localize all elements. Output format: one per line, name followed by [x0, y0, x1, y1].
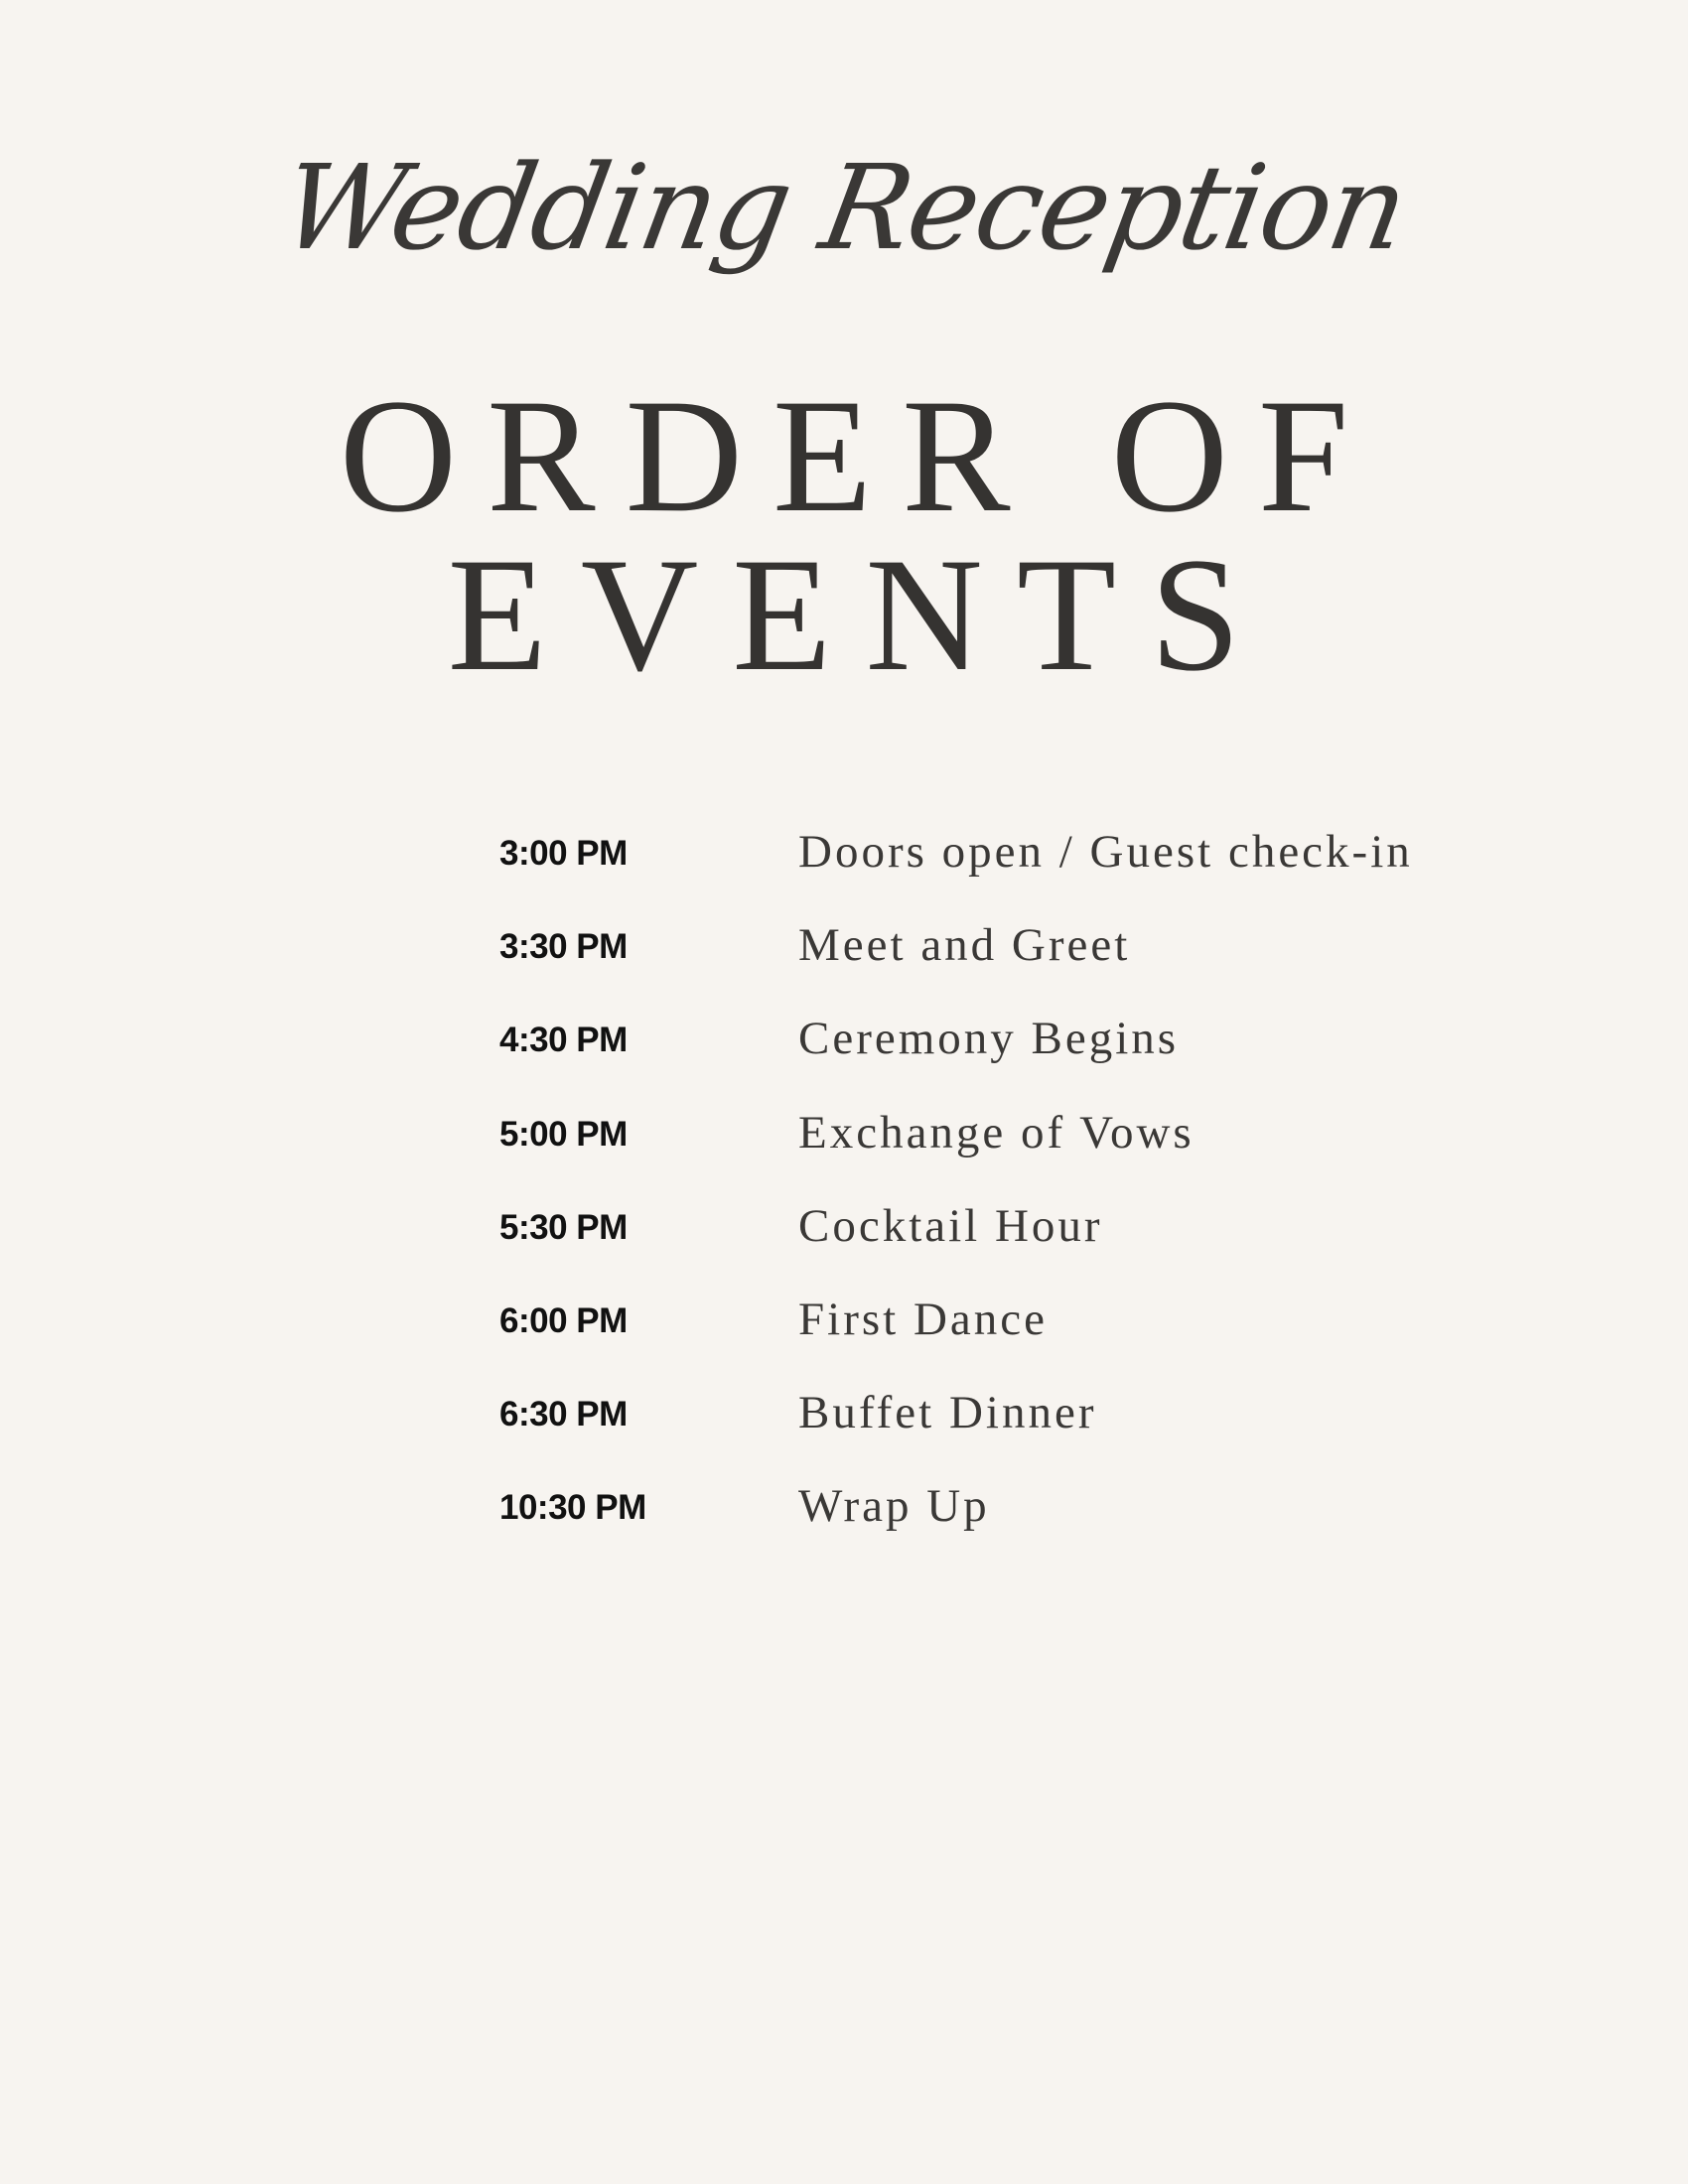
- script-title: Wedding Reception: [271, 139, 1417, 276]
- schedule-row: 6:00 PM First Dance: [499, 1290, 1492, 1383]
- schedule-row: 4:30 PM Ceremony Begins: [499, 1009, 1492, 1102]
- event-name: Wrap Up: [798, 1480, 990, 1533]
- event-time: 5:00 PM: [499, 1114, 628, 1154]
- page-title-line-1: ORDER OF: [339, 366, 1379, 546]
- event-name: First Dance: [798, 1293, 1048, 1345]
- schedule-row: 10:30 PM Wrap Up: [499, 1476, 1492, 1570]
- schedule-list: 3:00 PM Doors open / Guest check-in 3:30…: [499, 822, 1492, 1570]
- event-time: 5:30 PM: [499, 1207, 628, 1247]
- schedule-row: 3:30 PM Meet and Greet: [499, 915, 1492, 1009]
- schedule-row: 5:30 PM Cocktail Hour: [499, 1196, 1492, 1290]
- schedule-row: 3:00 PM Doors open / Guest check-in: [499, 822, 1492, 915]
- event-name: Meet and Greet: [798, 919, 1131, 972]
- page-title-line-2: EVENTS: [447, 525, 1275, 705]
- schedule-row: 5:00 PM Exchange of Vows: [499, 1103, 1492, 1196]
- event-time: 6:00 PM: [499, 1300, 628, 1340]
- event-time: 6:30 PM: [499, 1395, 628, 1434]
- schedule-row: 6:30 PM Buffet Dinner: [499, 1383, 1492, 1476]
- event-name: Ceremony Begins: [798, 1013, 1180, 1065]
- event-time: 10:30 PM: [499, 1488, 646, 1528]
- event-name: Doors open / Guest check-in: [798, 826, 1413, 878]
- event-name: Cocktail Hour: [798, 1199, 1103, 1252]
- event-name: Exchange of Vows: [798, 1106, 1195, 1159]
- event-name: Buffet Dinner: [798, 1387, 1097, 1439]
- event-time: 3:00 PM: [499, 834, 628, 873]
- event-time: 3:30 PM: [499, 927, 628, 967]
- event-time: 4:30 PM: [499, 1021, 628, 1060]
